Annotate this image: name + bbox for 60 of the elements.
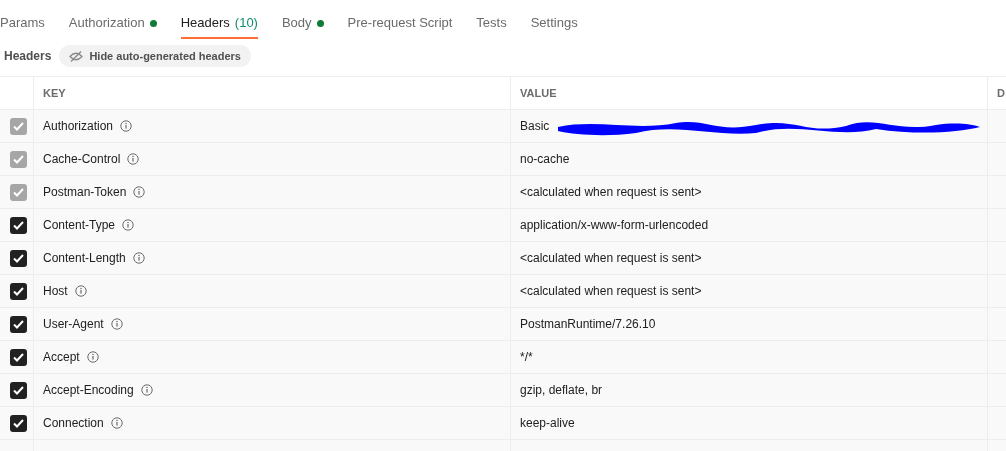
info-icon[interactable] — [110, 417, 123, 429]
header-value: gzip, deflate, br — [520, 383, 603, 397]
header-key: Accept-Encoding — [43, 383, 134, 397]
checkbox[interactable] — [10, 216, 27, 234]
checkbox[interactable] — [10, 414, 27, 432]
check-icon — [13, 154, 24, 164]
header-key: Content-Type — [43, 218, 116, 232]
checkbox[interactable] — [10, 348, 27, 366]
check-icon — [13, 418, 24, 428]
header-key: Content-Length — [43, 251, 126, 265]
info-icon[interactable] — [86, 351, 99, 363]
tab[interactable]: Params — [0, 15, 45, 39]
check-icon — [13, 220, 24, 230]
info-icon[interactable] — [127, 153, 140, 165]
info-icon[interactable] — [120, 120, 133, 132]
info-icon[interactable] — [122, 219, 135, 231]
tab[interactable]: Tests — [476, 15, 507, 39]
header-value: application/x-www-form-urlencoded — [520, 218, 709, 232]
tab[interactable]: Body — [281, 15, 324, 39]
check-icon — [13, 187, 24, 197]
header-key: Accept — [43, 350, 80, 364]
checkbox[interactable] — [10, 381, 27, 399]
header-value: <calculated when request is sent> — [520, 284, 702, 298]
check-icon — [13, 352, 24, 362]
tab[interactable]: Pre-request Script — [347, 15, 453, 39]
header-key: Host — [43, 284, 68, 298]
header-key: Authorization — [43, 119, 114, 133]
info-icon[interactable] — [110, 318, 123, 330]
info-icon[interactable] — [74, 285, 87, 297]
check-icon — [13, 121, 24, 131]
check-icon — [13, 253, 24, 263]
header-value: <calculated when request is sent> — [520, 185, 702, 199]
checkbox[interactable] — [10, 282, 27, 300]
column-header: KEY — [43, 87, 66, 99]
info-icon[interactable] — [132, 252, 145, 264]
info-icon[interactable] — [133, 186, 146, 198]
header-value: no-cache — [520, 152, 570, 166]
eye-off-icon — [69, 50, 84, 62]
header-key: User-Agent — [43, 317, 104, 331]
header-key: Postman-Token — [43, 185, 127, 199]
check-icon — [13, 385, 24, 395]
column-header: VALUE — [520, 87, 557, 99]
checkbox[interactable] — [10, 249, 27, 267]
checkbox[interactable] — [10, 315, 27, 333]
header-key: Connection — [43, 416, 104, 430]
column-header: D — [997, 87, 1005, 99]
check-icon — [13, 286, 24, 296]
info-icon[interactable] — [140, 384, 153, 396]
header-value: PostmanRuntime/7.26.10 — [520, 317, 656, 331]
section-title: Headers — [4, 49, 52, 63]
header-value: keep-alive — [520, 416, 575, 430]
header-value: */* — [520, 350, 533, 364]
header-key: Cache-Control — [43, 152, 121, 166]
tab[interactable]: Authorization — [68, 15, 157, 39]
tab[interactable]: Settings — [530, 15, 578, 39]
check-icon — [13, 319, 24, 329]
tab[interactable]: Headers (10) — [180, 15, 258, 39]
header-value: Basic — [520, 119, 550, 133]
header-value: <calculated when request is sent> — [520, 251, 702, 265]
hide-headers-button[interactable]: Hide auto-generated headers — [59, 45, 251, 67]
